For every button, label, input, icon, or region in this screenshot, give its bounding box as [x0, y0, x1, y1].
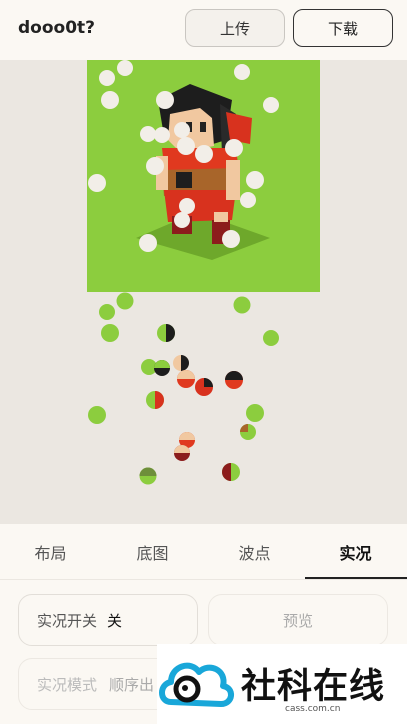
- tab-layout[interactable]: 布局: [0, 524, 101, 579]
- watermark: 社科在线 cass.com.cn: [157, 644, 407, 724]
- tab-bar: 布局 底图 波点 实况: [0, 524, 407, 579]
- preview-button[interactable]: 预览: [208, 594, 388, 646]
- download-button[interactable]: 下载: [293, 9, 393, 47]
- upload-button[interactable]: 上传: [185, 9, 285, 47]
- watermark-url: cass.com.cn: [285, 704, 341, 714]
- watermark-text: 社科在线: [241, 667, 386, 707]
- live-mode-value: 顺序出: [109, 675, 155, 694]
- tab-dots[interactable]: 波点: [204, 524, 305, 579]
- cloud-logo-icon: [159, 662, 234, 707]
- divider: [0, 579, 407, 580]
- live-mode-label: 实况模式: [37, 675, 98, 694]
- live-switch-value: 关: [107, 611, 123, 630]
- artwork-canvas: [87, 60, 320, 485]
- live-switch-label: 实况开关: [37, 611, 98, 630]
- tab-live[interactable]: 实况: [305, 524, 406, 579]
- app-title: dooo0t?: [18, 18, 96, 38]
- top-bar: dooo0t? 上传 下载: [0, 0, 407, 60]
- canvas-area[interactable]: [0, 60, 407, 524]
- live-switch-field[interactable]: 实况开关 关: [18, 594, 198, 646]
- tab-base-image[interactable]: 底图: [102, 524, 203, 579]
- scattered-dots: [88, 292, 279, 485]
